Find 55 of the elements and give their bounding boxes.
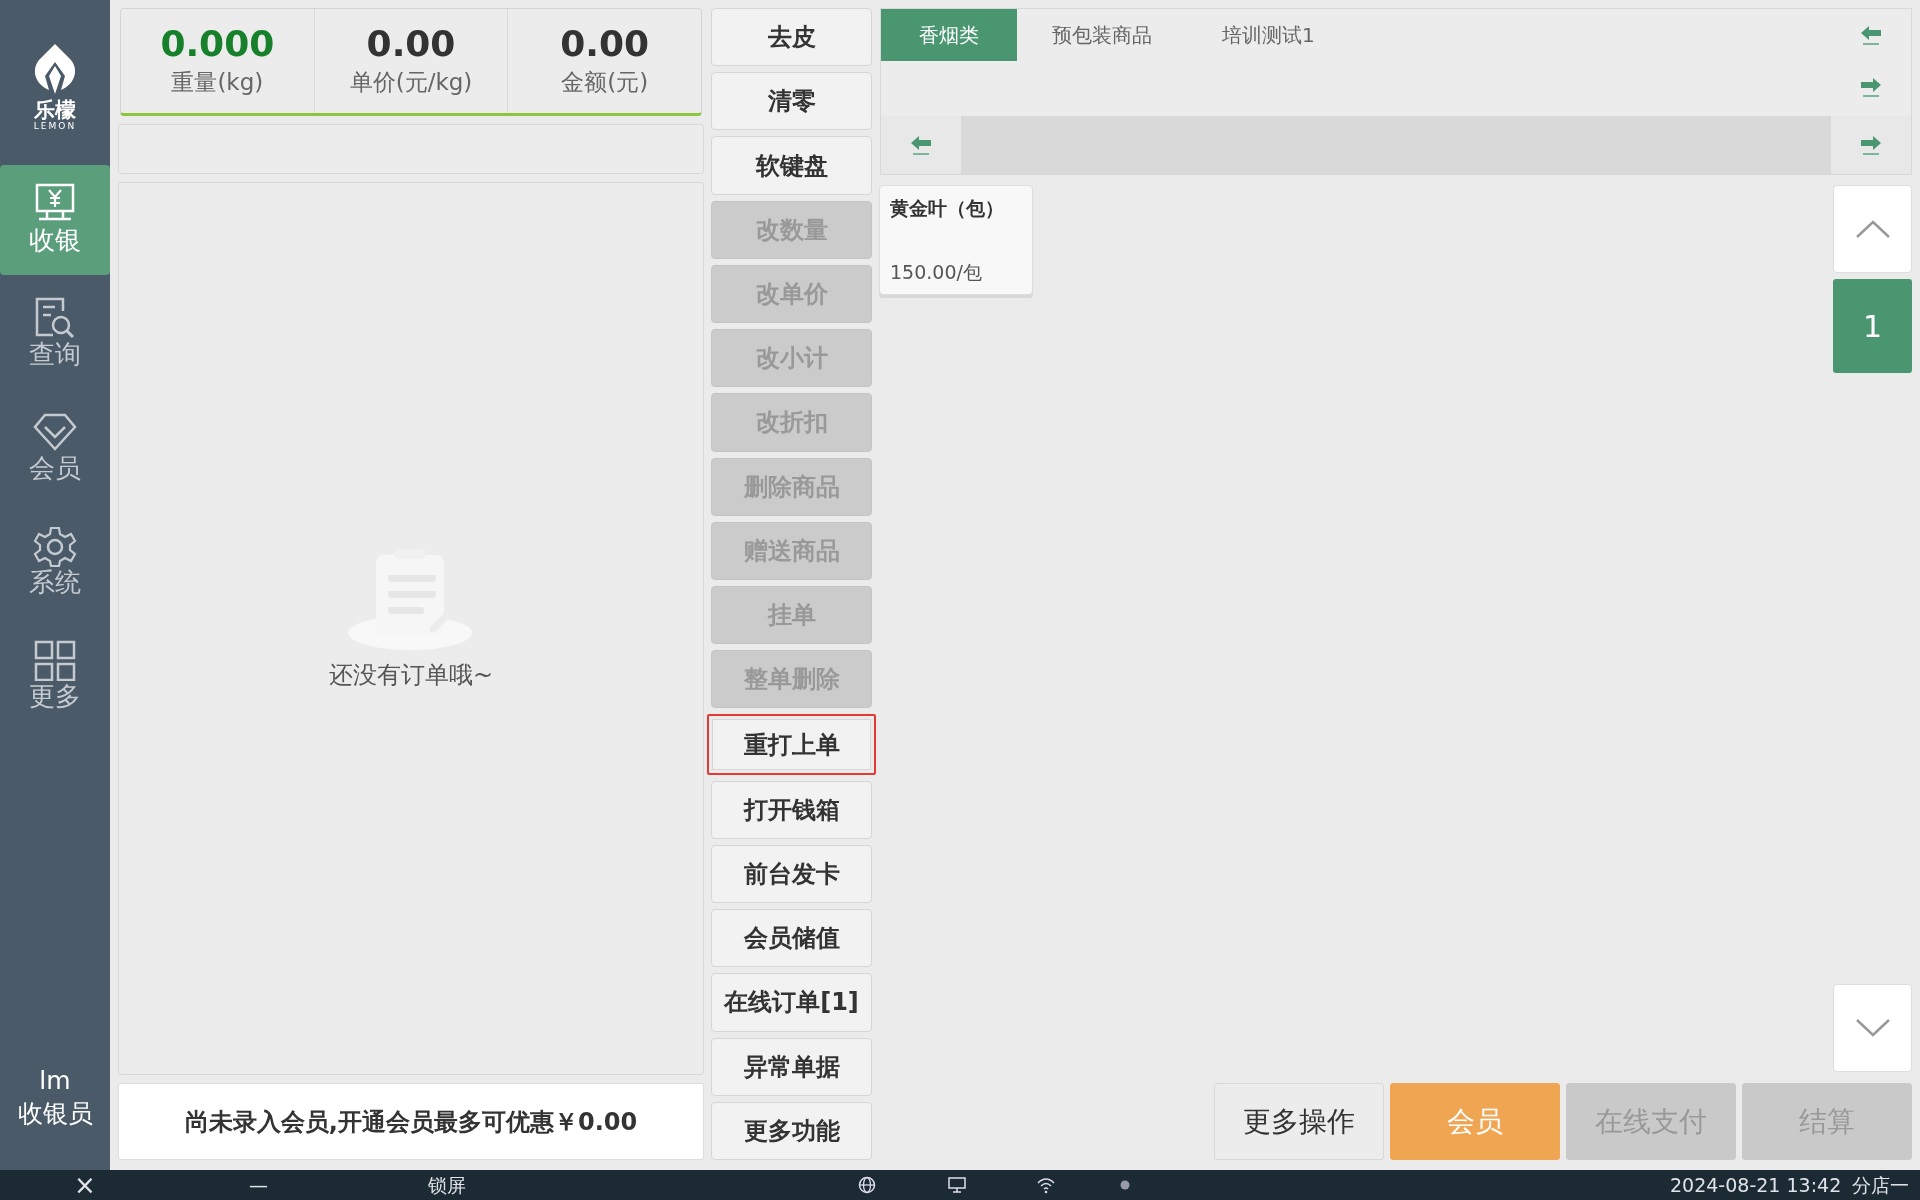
wifi-icon: [1037, 1176, 1055, 1194]
chevron-down-icon: [1854, 1018, 1891, 1038]
function-button[interactable]: 会员储值: [711, 909, 872, 968]
member-banner: 尚未录入会员,开通会员最多可优惠￥0.00: [118, 1083, 704, 1160]
product-price: 150.00/包: [890, 259, 983, 285]
category-tab[interactable]: 预包装商品: [1017, 9, 1187, 61]
close-button[interactable]: ×: [70, 1170, 100, 1200]
function-button[interactable]: 重打上单: [707, 714, 876, 775]
display-value: 0.000: [160, 22, 275, 66]
previous-button[interactable]: [881, 116, 961, 174]
clock-text: 2024-08-21 13:42: [1669, 1172, 1843, 1198]
page-number[interactable]: 1: [1833, 279, 1912, 373]
display-label: 重量(kg): [171, 68, 264, 98]
next-button[interactable]: [1831, 116, 1911, 174]
function-button[interactable]: 异常单据: [711, 1037, 872, 1096]
globe-icon: [858, 1176, 876, 1194]
function-button[interactable]: 在线订单[1]: [711, 973, 872, 1032]
display-value: 0.00: [366, 22, 456, 66]
monitor-icon: [948, 1176, 966, 1194]
category-tab[interactable]: 香烟类: [881, 9, 1017, 61]
display-label: 单价(元/kg): [349, 68, 473, 98]
sidebar-item[interactable]: 会员: [0, 393, 110, 503]
arrow-left-icon: [1859, 25, 1883, 45]
function-button[interactable]: 打开钱箱: [711, 780, 872, 839]
user-role: 收银员: [17, 1097, 93, 1130]
function-button[interactable]: 清零: [711, 72, 872, 131]
display-value: 0.00: [560, 22, 650, 66]
function-button[interactable]: 去皮: [711, 8, 872, 67]
status-dot-icon: [1120, 1180, 1130, 1190]
sidebar-item[interactable]: 查询: [0, 279, 110, 389]
action-button[interactable]: 更多操作: [1214, 1083, 1384, 1160]
lock-screen-button[interactable]: 锁屏: [424, 1170, 470, 1200]
logo-text: 乐檬: [34, 99, 76, 121]
empty-message: 还没有订单哦~: [328, 659, 494, 691]
minimize-button[interactable]: —: [245, 1170, 272, 1200]
settings-icon: [33, 525, 77, 568]
product-card[interactable]: 黄金叶（包） 150.00/包: [879, 185, 1033, 295]
chevron-up-icon: [1854, 219, 1891, 239]
arrow-right-icon: [1859, 135, 1883, 155]
arrow-right-icon: [1859, 77, 1883, 97]
search-icon: [33, 297, 77, 340]
product-name: 黄金叶（包）: [890, 196, 1005, 221]
grid-icon: [33, 639, 77, 682]
display-label: 金额(元): [561, 68, 649, 98]
logo-subtext: LEMON: [33, 120, 77, 132]
function-button[interactable]: 更多功能: [711, 1101, 872, 1160]
category-tab[interactable]: 培训测试1: [1187, 9, 1350, 61]
sidebar-item[interactable]: 收银: [0, 165, 110, 275]
store-name: 分店一: [1851, 1172, 1910, 1198]
function-button[interactable]: 软键盘: [711, 136, 872, 195]
sidebar-item[interactable]: 系统: [0, 507, 110, 617]
arrow-left-icon: [909, 135, 933, 155]
function-button[interactable]: 前台发卡: [711, 844, 872, 904]
user-name: lm: [39, 1065, 71, 1097]
sidebar-item[interactable]: 更多: [0, 621, 110, 731]
